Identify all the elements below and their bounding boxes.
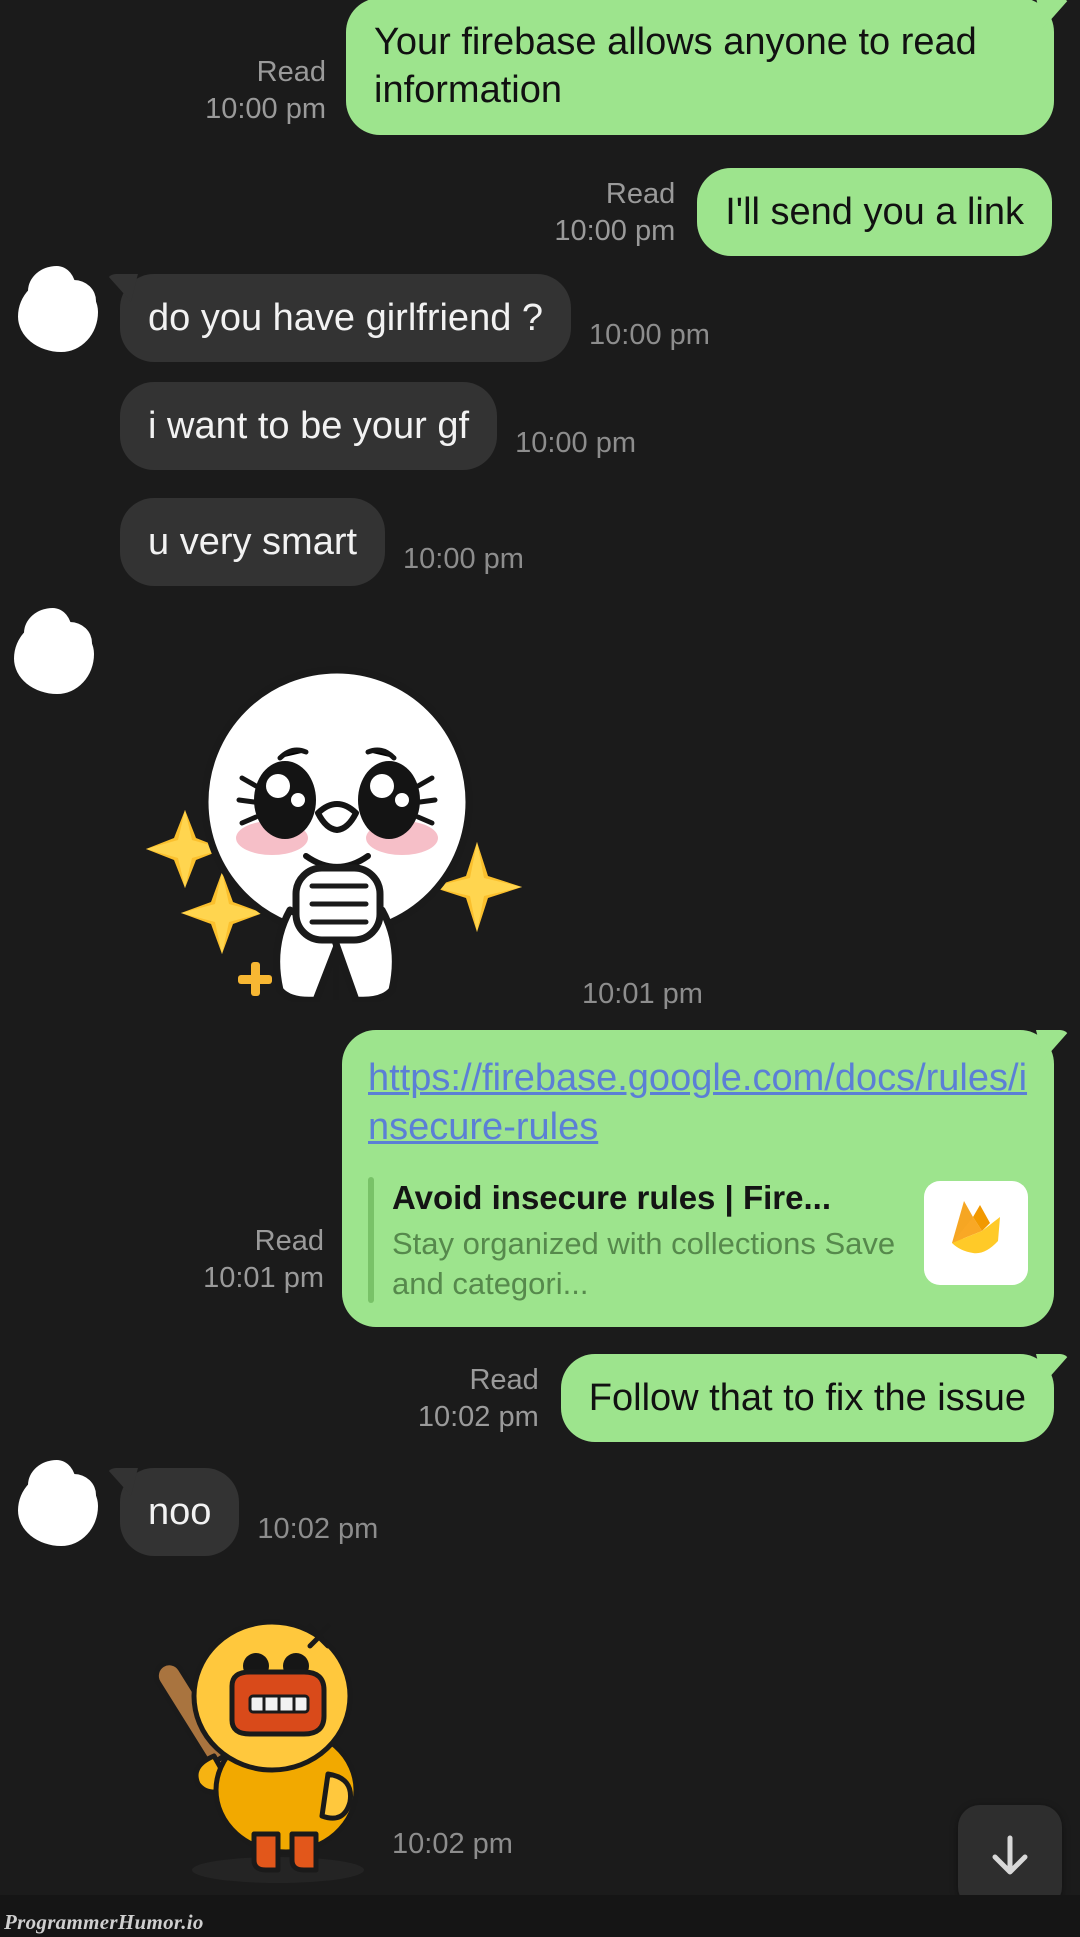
chat-screen: Read 10:00 pm Your firebase allows anyon…: [0, 0, 1080, 1937]
message-meta: Read 10:00 pm: [554, 176, 675, 256]
message-row-incoming: u very smart 10:00 pm: [120, 498, 524, 587]
watermark: ProgrammerHumor.io: [4, 1910, 204, 1934]
preview-title: Avoid insecure rules | Fire...: [392, 1178, 831, 1216]
message-row-outgoing: Read 10:02 pm Follow that to fix the iss…: [0, 1354, 1080, 1443]
message-bubble-outgoing[interactable]: I'll send you a link: [697, 168, 1052, 257]
message-text: i want to be your gf: [148, 405, 470, 447]
avatar-shape-right: [54, 280, 96, 320]
avatar-shape-right: [54, 1474, 96, 1514]
message-time: 10:02 pm: [417, 1401, 539, 1434]
message-text: I'll send you a link: [725, 191, 1024, 233]
avatar[interactable]: [14, 1460, 106, 1552]
message-row-incoming: i want to be your gf 10:00 pm: [120, 382, 636, 471]
message-row-outgoing: Read 10:00 pm I'll send you a link: [0, 168, 1080, 257]
message-bubble-outgoing[interactable]: Your firebase allows anyone to read info…: [346, 0, 1054, 135]
link-preview-card[interactable]: Avoid insecure rules | Fire... Stay orga…: [368, 1176, 1028, 1304]
message-meta: Read 10:01 pm: [203, 1223, 324, 1327]
message-time: 10:00 pm: [515, 427, 636, 460]
message-row-outgoing: Read 10:00 pm Your firebase allows anyon…: [0, 0, 1080, 135]
read-status: Read: [469, 1364, 539, 1397]
message-bubble-incoming[interactable]: do you have girlfriend ?: [120, 273, 572, 362]
message-row-outgoing: Read 10:01 pm https://firebase.google.co…: [0, 1030, 1080, 1328]
read-status: Read: [256, 56, 326, 89]
avatar[interactable]: [14, 266, 106, 358]
message-text: do you have girlfriend ?: [148, 296, 544, 339]
message-time: 10:00 pm: [554, 215, 676, 248]
read-status: Read: [254, 1225, 324, 1258]
message-text: Follow that to fix the issue: [588, 1377, 1026, 1419]
arrow-down-icon: [981, 1826, 1039, 1889]
message-bubble-incoming[interactable]: u very smart: [120, 498, 386, 587]
message-time: 10:01 pm: [582, 978, 703, 1010]
avatar-shape-right: [50, 622, 92, 662]
message-meta: Read 10:00 pm: [205, 54, 326, 134]
preview-thumbnail: [924, 1180, 1028, 1285]
scroll-to-bottom-button[interactable]: [958, 1805, 1062, 1909]
preview-text: Avoid insecure rules | Fire... Stay orga…: [392, 1177, 906, 1304]
sally-duck-baseball-bat-sticker[interactable]: [128, 1598, 418, 1888]
message-bubble-incoming[interactable]: i want to be your gf: [120, 382, 498, 471]
read-status: Read: [605, 178, 676, 211]
message-text: Your firebase allows anyone to read info…: [374, 21, 977, 112]
message-link[interactable]: https://firebase.google.com/docs/rules/i…: [368, 1054, 1028, 1153]
preview-accent-bar: [368, 1176, 374, 1304]
message-time: 10:02 pm: [257, 1513, 379, 1545]
message-row-incoming: do you have girlfriend ? 10:00 pm: [14, 266, 710, 362]
message-row-incoming: noo 10:02 pm: [14, 1460, 378, 1556]
message-time: 10:00 pm: [589, 319, 710, 351]
cony-shy-sparkle-sticker[interactable]: [130, 610, 530, 1004]
preview-description: Stay organized with collections Save and…: [392, 1226, 896, 1301]
message-text: noo: [148, 1490, 212, 1533]
link-message-bubble[interactable]: https://firebase.google.com/docs/rules/i…: [342, 1030, 1054, 1328]
message-text: u very smart: [148, 521, 358, 563]
message-time: 10:01 pm: [203, 1262, 324, 1295]
message-bubble-outgoing[interactable]: Follow that to fix the issue: [560, 1354, 1054, 1443]
message-time: 10:00 pm: [205, 93, 326, 126]
avatar[interactable]: [10, 608, 102, 700]
firebase-logo-icon: [940, 1191, 1012, 1275]
message-meta: Read 10:02 pm: [418, 1362, 539, 1442]
message-time: 10:02 pm: [392, 1828, 513, 1860]
message-time: 10:00 pm: [403, 543, 524, 576]
message-bubble-incoming[interactable]: noo: [120, 1467, 240, 1556]
